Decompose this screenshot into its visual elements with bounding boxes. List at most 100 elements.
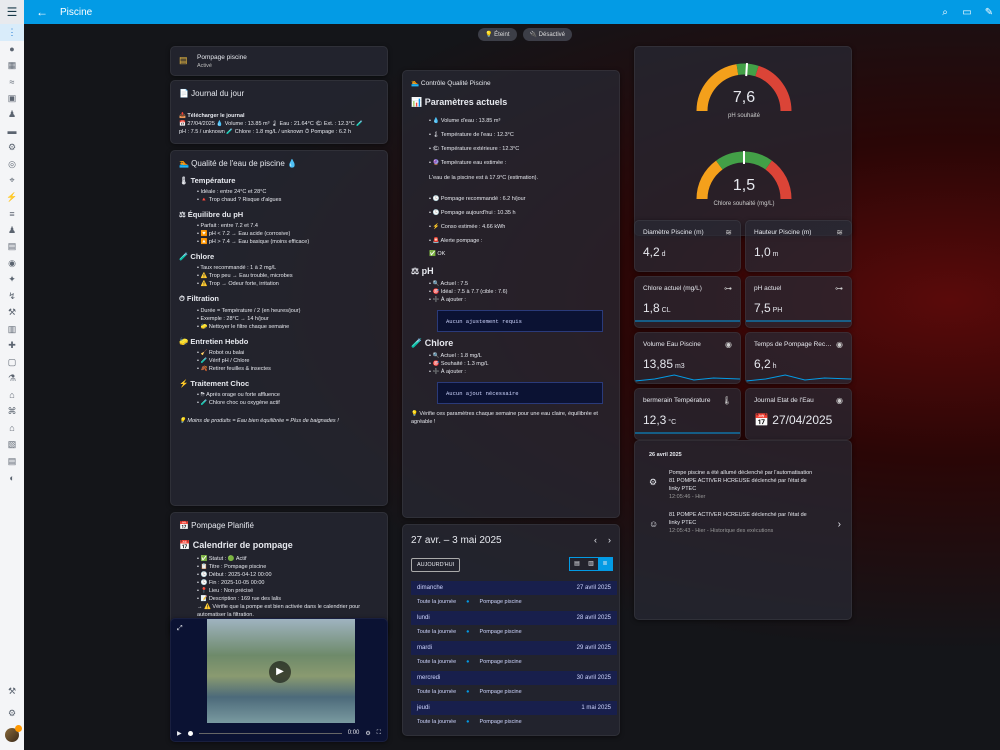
sensor-tile[interactable]: Temps de Pompage Rec… ◉ 6,2 h: [745, 332, 852, 384]
planned-list-item: • 📝 Description : 169 rue des lalis: [197, 596, 281, 602]
param-item: • 💧 Volume d'eau : 13.85 m³: [429, 118, 501, 124]
sidebar-item-dashboard[interactable]: ▦: [0, 57, 24, 74]
play-button[interactable]: ▶: [269, 661, 291, 683]
sidebar-item-vacuum[interactable]: ↯: [0, 288, 24, 305]
fullscreen-icon[interactable]: ⛶: [377, 730, 381, 737]
sidebar-item-list[interactable]: ≡: [0, 206, 24, 223]
calendar-day-name: mercredi: [417, 675, 441, 681]
chevron-right-icon[interactable]: ›: [838, 519, 841, 530]
logbook-sub1: 81 POMPE ACTIVER HCREUSE déclenché par l…: [669, 478, 807, 484]
sidebar-item-tools[interactable]: ✦: [0, 272, 24, 289]
search-icon[interactable]: ⌕: [934, 7, 956, 18]
sidebar-item-tv[interactable]: ▢: [0, 354, 24, 371]
logbook-entry[interactable]: ⚙ Pompe piscine a été allumé déclenché pa…: [649, 469, 837, 501]
pencil-icon[interactable]: ✎: [978, 7, 1000, 18]
chip-light[interactable]: 💡 Éteint: [478, 28, 517, 41]
sidebar-item-list2[interactable]: ▤: [0, 453, 24, 470]
gauge[interactable]: 1,5 Chlore souhaité (mg/L): [635, 143, 853, 229]
sidebar-item-flask[interactable]: ⚗: [0, 371, 24, 388]
sidebar-item-code[interactable]: ⌘: [0, 404, 24, 421]
sidebar-item-hammer[interactable]: ⚒: [0, 305, 24, 322]
gauge-label: pH souhaité: [727, 113, 761, 119]
avatar[interactable]: [5, 725, 22, 742]
sidebar-item-home[interactable]: ⌂: [0, 420, 24, 437]
menu-icon[interactable]: ☰: [0, 0, 24, 24]
tile-title: Temps de Pompage Rec…: [754, 341, 832, 348]
today-button[interactable]: AUJOURD'HUI: [411, 558, 461, 572]
sidebar-item-user2[interactable]: ♟: [0, 222, 24, 239]
view-month-icon[interactable]: ▤: [570, 558, 584, 570]
sidebar-item-badge[interactable]: ▣: [0, 90, 24, 107]
calendar-day-name: jeudi: [417, 705, 430, 711]
sidebar-item-person[interactable]: ●: [0, 41, 24, 58]
planned-note: → ⚠️ Vérifie que la pompe est bien activ…: [197, 604, 361, 618]
sensor-tile[interactable]: pH actuel ⊶ 7,5 PH: [745, 276, 852, 328]
sidebar-item-bank[interactable]: ⌂: [0, 387, 24, 404]
sensor-tile[interactable]: Chlore actuel (mg/L) ⊶ 1,8 CL: [634, 276, 741, 328]
logbook-sub1: linky PTEC: [669, 520, 697, 526]
calendar-event-dot: ●: [466, 599, 470, 605]
quality-section-title: 🧪 Chlore: [179, 252, 215, 261]
sensor-tile[interactable]: Volume Eau Piscine ◉ 13,85 m3: [634, 332, 741, 384]
pump-card[interactable]: ▤ Pompage piscine Activé: [170, 46, 388, 76]
sensor-tile[interactable]: Journal Etat de l'Eau ◉ 📅 27/04/2025: [745, 388, 852, 440]
hammer-icon[interactable]: ⚒: [0, 683, 24, 700]
calendar-event[interactable]: Toute la journée ● Pompage piscine: [411, 715, 617, 731]
calendar-event[interactable]: Toute la journée ● Pompage piscine: [411, 625, 617, 641]
quality-section-list: • 🧹 Robot ou balai • 🧪 Vérif pH / Chlore •…: [179, 349, 379, 373]
sidebar-item-spiral[interactable]: ◎: [0, 156, 24, 173]
sensor-tile[interactable]: Diamètre Piscine (m) ≋ 4,2 d: [634, 220, 741, 272]
planned-title: 📅 Pompage Planifié: [179, 521, 254, 530]
gauge[interactable]: 7,6 pH souhaité: [635, 55, 853, 141]
sidebar-item-compass[interactable]: ◐: [0, 470, 24, 487]
sidebar: ⋮ ● ▦ ≈ ▣ ♟ ▬ ⚙ ◎ ⌖ ⚡ ≡ ♟ ▤ ◉ ✦ ↯ ⚒ ▥ ✚ …: [0, 24, 24, 750]
sensor-tile[interactable]: Hauteur Piscine (m) ≋ 1,0 m: [745, 220, 852, 272]
planned-list-item: • ✅ Statut : 🟢 Actif: [197, 556, 247, 562]
calendar-event[interactable]: Toute la journée ● Pompage piscine: [411, 595, 617, 611]
calendar-event[interactable]: Toute la journée ● Pompage piscine: [411, 685, 617, 701]
view-list-icon[interactable]: ≣: [598, 558, 612, 570]
calendar-event[interactable]: Toute la journée ● Pompage piscine: [411, 655, 617, 671]
sidebar-item-car[interactable]: ▬: [0, 123, 24, 140]
settings-icon[interactable]: ⚙: [365, 730, 370, 737]
seek-handle[interactable]: [187, 730, 193, 736]
estimate-text: L'eau de la piscine est à 17.9°C (estima…: [429, 175, 539, 181]
sidebar-item-overview[interactable]: ⋮: [0, 24, 24, 41]
gear-icon[interactable]: ⚙: [0, 706, 24, 723]
quality-footer: 💡 Moins de produits = Eau bien équilibré…: [179, 418, 339, 424]
sidebar-item-note[interactable]: ▧: [0, 437, 24, 454]
sidebar-item-user[interactable]: ♟: [0, 107, 24, 124]
sidebar-item-robot2[interactable]: ◉: [0, 255, 24, 272]
robot-icon: ☺: [649, 519, 659, 529]
quality-section-list: • Parfait : entre 7.2 et 7.4 • 🔽 pH < 7.2…: [179, 222, 379, 246]
expand-icon[interactable]: ⤢: [177, 625, 183, 633]
quality-list-item: • 🧽 Nettoyer le filtre chaque semaine: [197, 324, 290, 330]
sidebar-item-printer[interactable]: ▥: [0, 321, 24, 338]
sidebar-item-pool[interactable]: ≈: [0, 74, 24, 91]
calendar-day-name: dimanche: [417, 585, 444, 591]
calendar-next[interactable]: ›: [608, 535, 611, 545]
chat-icon[interactable]: ▭: [956, 7, 978, 18]
logbook-entry[interactable]: ☺ 81 POMPE ACTIVER HCREUSE déclenché par …: [649, 511, 841, 535]
calendar-event-dot: ●: [466, 629, 470, 635]
view-week-icon[interactable]: ▥: [584, 558, 598, 570]
seek-bar[interactable]: [198, 732, 342, 734]
chip-plug[interactable]: 🔌 Désactivé: [522, 28, 572, 41]
sparkline: [635, 374, 740, 382]
param-item: • 🔮 Température eau estimée :: [429, 160, 507, 166]
calendar-event-time: Toute la journée: [417, 689, 457, 695]
sidebar-item-puzzle[interactable]: ✚: [0, 338, 24, 355]
sidebar-item-calendar[interactable]: ▤: [0, 239, 24, 256]
sidebar-item-settings[interactable]: ⚙: [0, 140, 24, 157]
play-icon[interactable]: ▶: [177, 730, 182, 737]
ruler-icon: ⊶: [835, 284, 843, 293]
param-item: • 🌡 Température de l'eau : 12.3°C: [429, 132, 514, 138]
sidebar-item-robot[interactable]: ⌖: [0, 173, 24, 190]
sensor-tile[interactable]: bermerain Température 🌡 12,3 °C: [634, 388, 741, 440]
param-item: • 🕒 Pompage aujourd'hui : 10.35 h: [429, 210, 516, 216]
arrow-left-icon[interactable]: ←: [30, 5, 54, 19]
sidebar-item-energy[interactable]: ⚡: [0, 189, 24, 206]
journal-download-link[interactable]: 📥 Télécharger le journal: [179, 112, 379, 120]
thermometer-icon: 🌡: [721, 396, 732, 405]
calendar-prev[interactable]: ‹: [594, 535, 597, 545]
